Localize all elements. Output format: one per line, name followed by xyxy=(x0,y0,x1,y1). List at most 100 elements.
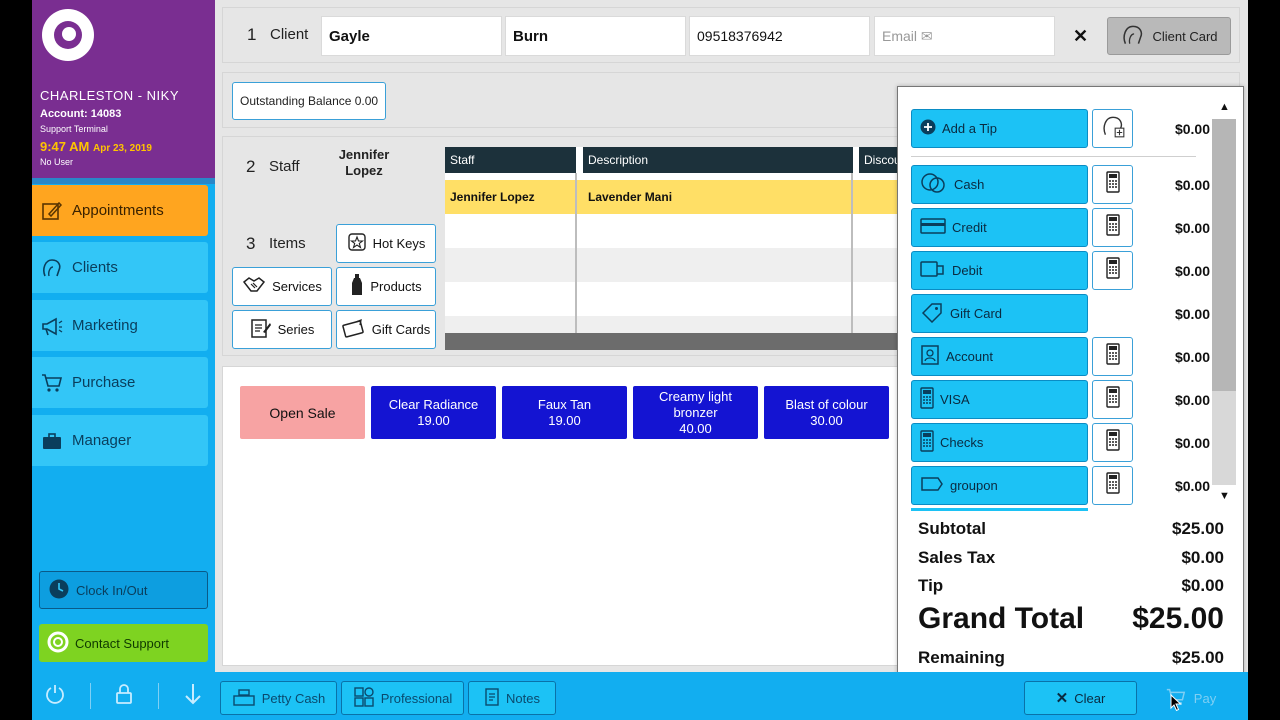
scroll-thumb[interactable] xyxy=(1212,119,1236,391)
groupon-button[interactable]: groupon xyxy=(911,466,1088,505)
petty-cash-button[interactable]: Petty Cash xyxy=(220,681,337,715)
hotkey-name: Blast of colour xyxy=(785,396,868,412)
client-head-icon xyxy=(40,256,64,280)
tax-row: Sales Tax $0.00 xyxy=(918,548,1224,568)
plus-circle-icon xyxy=(920,119,936,138)
time-text: 9:47 AM xyxy=(40,139,90,154)
pos-app: CHARLESTON - NIKY Account: 14083 Support… xyxy=(32,0,1248,720)
tip-total-row: Tip $0.00 xyxy=(918,576,1224,596)
support-button-label: Contact Support xyxy=(75,635,169,651)
subtotal-row: Subtotal $25.00 xyxy=(918,519,1224,539)
bottom-label: Clear xyxy=(1074,690,1106,706)
power-icon[interactable] xyxy=(44,683,66,710)
client-section: 1 Client Gayle Burn 09518376942 Email ✉ … xyxy=(222,7,1240,63)
client-card-button[interactable]: Client Card xyxy=(1107,17,1231,55)
calculator-icon xyxy=(920,387,934,412)
tip-staff-button[interactable] xyxy=(1092,109,1133,148)
gift-tag-icon xyxy=(920,301,944,326)
nav-clients[interactable]: Clients xyxy=(32,242,208,293)
hotkey-button[interactable]: Clear Radiance 19.00 xyxy=(371,386,496,439)
arrow-down-icon[interactable] xyxy=(183,682,203,711)
table-row[interactable] xyxy=(445,214,905,248)
nav-manager[interactable]: Manager xyxy=(32,415,208,466)
products-button[interactable]: Products xyxy=(336,267,436,306)
gift-cards-button[interactable]: Gift Cards xyxy=(336,310,436,349)
brand-divider xyxy=(32,178,215,184)
calculator-button[interactable] xyxy=(1092,251,1133,290)
gift-card-button[interactable]: Gift Card xyxy=(911,294,1088,333)
nav-label: Purchase xyxy=(72,374,136,391)
debit-button[interactable]: Debit xyxy=(911,251,1088,290)
clear-button[interactable]: ✕ Clear xyxy=(1024,681,1137,715)
checks-button[interactable]: Checks xyxy=(911,423,1088,462)
current-time: 9:47 AM Apr 23, 2019 xyxy=(40,139,152,154)
hot-keys-button[interactable]: Hot Keys xyxy=(336,224,436,263)
briefcase-icon xyxy=(40,429,64,453)
professional-button[interactable]: Professional xyxy=(341,681,464,715)
calendar-edit-icon xyxy=(40,199,64,223)
step-number: 3 xyxy=(246,234,256,253)
calculator-button[interactable] xyxy=(1092,337,1133,376)
table-row[interactable]: Jennifer Lopez Lavender Mani xyxy=(445,180,905,214)
hotkey-price: 30.00 xyxy=(810,412,843,428)
scroll-down-icon[interactable]: ▼ xyxy=(1219,490,1230,502)
phone-field[interactable]: 09518376942 xyxy=(689,16,870,56)
hotkey-button[interactable]: Blast of colour 30.00 xyxy=(764,386,889,439)
table-row[interactable] xyxy=(445,282,905,316)
calculator-button[interactable] xyxy=(1092,208,1133,247)
scroll-up-icon[interactable]: ▲ xyxy=(1219,101,1230,113)
nav-appointments[interactable]: Appointments xyxy=(32,185,208,236)
method-label: groupon xyxy=(950,478,998,493)
notes-button[interactable]: Notes xyxy=(468,681,556,715)
client-head-icon xyxy=(1120,22,1146,51)
calculator-button[interactable] xyxy=(1092,165,1133,204)
nav-marketing[interactable]: Marketing xyxy=(32,300,208,351)
table-row[interactable] xyxy=(445,316,905,333)
series-button[interactable]: Series xyxy=(232,310,332,349)
first-name-field[interactable]: Gayle xyxy=(321,16,502,56)
staff-name[interactable]: Jennifer Lopez xyxy=(329,147,399,179)
tax-label: Sales Tax xyxy=(918,548,996,567)
handshake-icon xyxy=(242,274,266,299)
last-name-field[interactable]: Burn xyxy=(505,16,686,56)
calculator-icon xyxy=(1105,343,1120,370)
open-sale-button[interactable]: Open Sale xyxy=(240,386,365,439)
tile-label: Hot Keys xyxy=(372,236,426,251)
row-staff: Jennifer Lopez xyxy=(450,190,535,204)
tip-amount: $0.00 xyxy=(1174,120,1210,137)
gift-card-icon xyxy=(341,318,366,341)
grid-footer xyxy=(445,333,905,350)
column-header-staff[interactable]: Staff xyxy=(445,147,576,173)
contact-support-button[interactable]: Contact Support xyxy=(39,624,208,662)
tax-value: $0.00 xyxy=(1181,548,1224,567)
add-tip-button[interactable]: Add a Tip xyxy=(911,109,1088,148)
clock-in-out-button[interactable]: Clock In/Out xyxy=(39,571,208,609)
voucher-icon xyxy=(920,476,944,495)
calculator-icon xyxy=(920,430,934,455)
outstanding-balance-button[interactable]: Outstanding Balance 0.00 xyxy=(232,82,387,120)
staff-label: Staff xyxy=(269,158,300,175)
email-field[interactable]: Email ✉ xyxy=(874,16,1055,56)
calculator-button[interactable] xyxy=(1092,466,1133,505)
table-row[interactable] xyxy=(445,248,905,282)
credit-button[interactable]: Credit xyxy=(911,208,1088,247)
pay-button[interactable]: Pay xyxy=(1145,681,1235,715)
cash-button[interactable]: Cash xyxy=(911,165,1088,204)
lock-icon[interactable] xyxy=(115,683,133,710)
client-label: Client xyxy=(270,26,309,43)
column-header-description[interactable]: Description xyxy=(583,147,853,173)
services-button[interactable]: Services xyxy=(232,267,332,306)
client-card-label: Client Card xyxy=(1152,28,1218,44)
method-amount: $0.00 xyxy=(1174,477,1210,494)
clear-client-icon[interactable]: ✕ xyxy=(1073,26,1088,47)
current-user: No User xyxy=(40,157,74,167)
logo-mark xyxy=(54,21,82,49)
nav-purchase[interactable]: Purchase xyxy=(32,357,208,408)
visa-button[interactable]: VISA xyxy=(911,380,1088,419)
hotkey-button[interactable]: Creamy light bronzer 40.00 xyxy=(633,386,758,439)
hotkey-button[interactable]: Faux Tan 19.00 xyxy=(502,386,627,439)
calculator-button[interactable] xyxy=(1092,380,1133,419)
calculator-button[interactable] xyxy=(1092,423,1133,462)
account-button[interactable]: Account xyxy=(911,337,1088,376)
payment-scrollbar[interactable]: ▲ ▼ xyxy=(1212,97,1236,507)
